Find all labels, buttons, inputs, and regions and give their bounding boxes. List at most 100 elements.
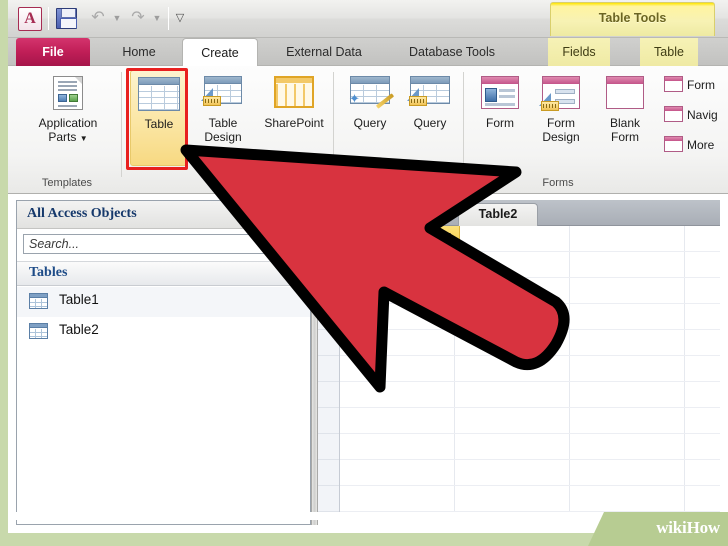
table-design-button[interactable]: Table Design [192,70,254,166]
more-forms-button[interactable]: More [660,134,720,158]
group-separator-2 [333,72,334,177]
blank-form-label-1: Blank [609,116,641,130]
undo-dropdown-icon[interactable]: ▼ [111,13,123,25]
table-icon [29,293,48,309]
tab-fields[interactable]: Fields [548,38,610,66]
application-parts-label-2: Parts [48,130,77,144]
form-wizard-button[interactable]: Form [660,74,720,98]
group-separator-1 [121,72,122,177]
document-tab-table2-label: Table2 [478,207,518,221]
tab-file[interactable]: File [16,38,90,66]
application-parts-label-1: Application [38,116,98,130]
table-icon [29,323,48,339]
form-button[interactable]: Form [470,70,530,166]
tab-fields-label: Fields [562,45,596,59]
blank-form-label-2: Form [611,130,639,144]
query-wizard-button[interactable]: ✦ Query [340,70,400,166]
nav-item-table2[interactable]: Table2 [17,317,310,347]
table-design-label-2: Design [204,130,242,144]
navigation-icon [664,106,683,122]
watermark-text: wikiHow [656,518,720,538]
datasheet-view: Click to Add [318,226,720,512]
tab-home[interactable]: Home [104,38,174,66]
ribbon-group-templates: Application Parts ▼ Templates [12,66,122,194]
form-icon [481,76,519,109]
undo-icon[interactable]: ↶ [88,9,108,28]
form-wizard-icon [664,76,683,92]
click-to-add-column-header[interactable]: Click to Add [340,226,460,250]
sharepoint-lists-button[interactable]: SharePoint [256,70,332,166]
blank-form-button[interactable]: Blank Form [594,70,656,166]
tab-table[interactable]: Table [640,38,698,66]
table-design-label-1: Table [208,116,238,130]
click-to-add-label: Click to Add [349,229,421,244]
table-button[interactable]: Table [130,70,188,166]
document-tab-row: Table2 [318,200,720,226]
navigation-pane-splitter[interactable] [311,200,318,525]
redo-dropdown-icon[interactable]: ▼ [151,13,163,25]
query-design-label: Query [413,116,447,130]
form-design-button[interactable]: Form Design [530,70,592,166]
group-label-templates: Templates [41,177,93,189]
navigation-label: Navig [687,108,718,122]
navigation-pane-header[interactable]: All Access Objects [17,201,310,229]
group-label-forms: Forms [542,177,574,189]
record-selector-column [318,226,340,512]
qat-divider-2 [168,7,169,30]
wikihow-watermark: wikiHow [588,512,728,546]
tab-home-label: Home [122,45,156,59]
table-icon [138,77,180,111]
document-tab-table2[interactable]: Table2 [458,203,538,226]
contextual-tab-group-label: Table Tools [598,11,667,25]
query-design-button[interactable]: Query [400,70,460,166]
table-design-icon [201,76,242,106]
chevron-double-up-icon[interactable]: ^ [294,266,300,282]
watermark-how: How [686,518,721,537]
tab-database-tools-label: Database Tools [409,45,495,59]
nav-group-tables-label: Tables [29,265,68,280]
dropdown-caret-icon[interactable]: ▼ [80,134,88,143]
access-logo-icon[interactable]: A [18,7,42,31]
customize-qat-icon[interactable]: ▽ [171,11,189,27]
form-design-label-2: Design [542,130,580,144]
navigation-pane-title: All Access Objects [27,206,137,221]
tab-database-tools[interactable]: Database Tools [390,38,514,66]
tab-create[interactable]: Create [182,38,258,66]
nav-group-tables-header[interactable]: Tables ^ [17,261,310,286]
tab-create-label: Create [201,46,239,60]
tab-file-label: File [42,45,64,59]
selected-cell[interactable] [340,250,460,272]
quick-access-toolbar: A ↶ ▼ ↷ ▼ ▽ Table Tools [8,0,728,38]
redo-icon[interactable]: ↷ [128,9,148,28]
save-icon[interactable] [56,8,77,29]
query-wizard-icon: ✦ [349,76,395,109]
nav-item-table1-label: Table1 [59,292,99,307]
sharepoint-label: SharePoint [264,116,324,130]
ribbon-tab-strip: File Home Create External Data Database … [8,38,728,104]
form-wizard-label: Form [687,78,715,92]
group-label-tables: Tables [214,177,246,189]
query-design-icon [407,76,450,106]
access-application-window: A ↶ ▼ ↷ ▼ ▽ Table Tools File Home Create [8,0,728,533]
form-label: Form [486,116,514,130]
contextual-tab-banner: Table Tools [550,2,715,36]
watermark-wiki: wiki [656,518,687,537]
more-forms-label: More [687,138,715,152]
application-parts-button[interactable]: Application Parts ▼ [32,70,104,166]
navigation-button[interactable]: Navig [660,104,720,128]
more-forms-icon [664,136,683,152]
ribbon-group-forms: Form Form Design Blank Form Form Navig M… [468,66,718,194]
ribbon-group-queries: ✦ Query Query [338,66,464,194]
sharepoint-icon [274,76,314,108]
record-selector-rows [318,226,339,512]
tab-external-data[interactable]: External Data [266,38,382,66]
nav-item-table1[interactable]: Table1 [17,287,310,317]
application-parts-icon [53,76,83,110]
nav-item-table2-label: Table2 [59,322,99,337]
tab-table-label: Table [654,45,684,59]
ribbon-group-tables: Table Table Design SharePoint Tables [126,66,334,194]
search-input[interactable]: Search... [23,234,303,254]
table-button-label: Table [144,117,174,131]
wikihow-image-frame: A ↶ ▼ ↷ ▼ ▽ Table Tools File Home Create [0,0,728,546]
chevron-down-icon[interactable] [441,233,451,239]
